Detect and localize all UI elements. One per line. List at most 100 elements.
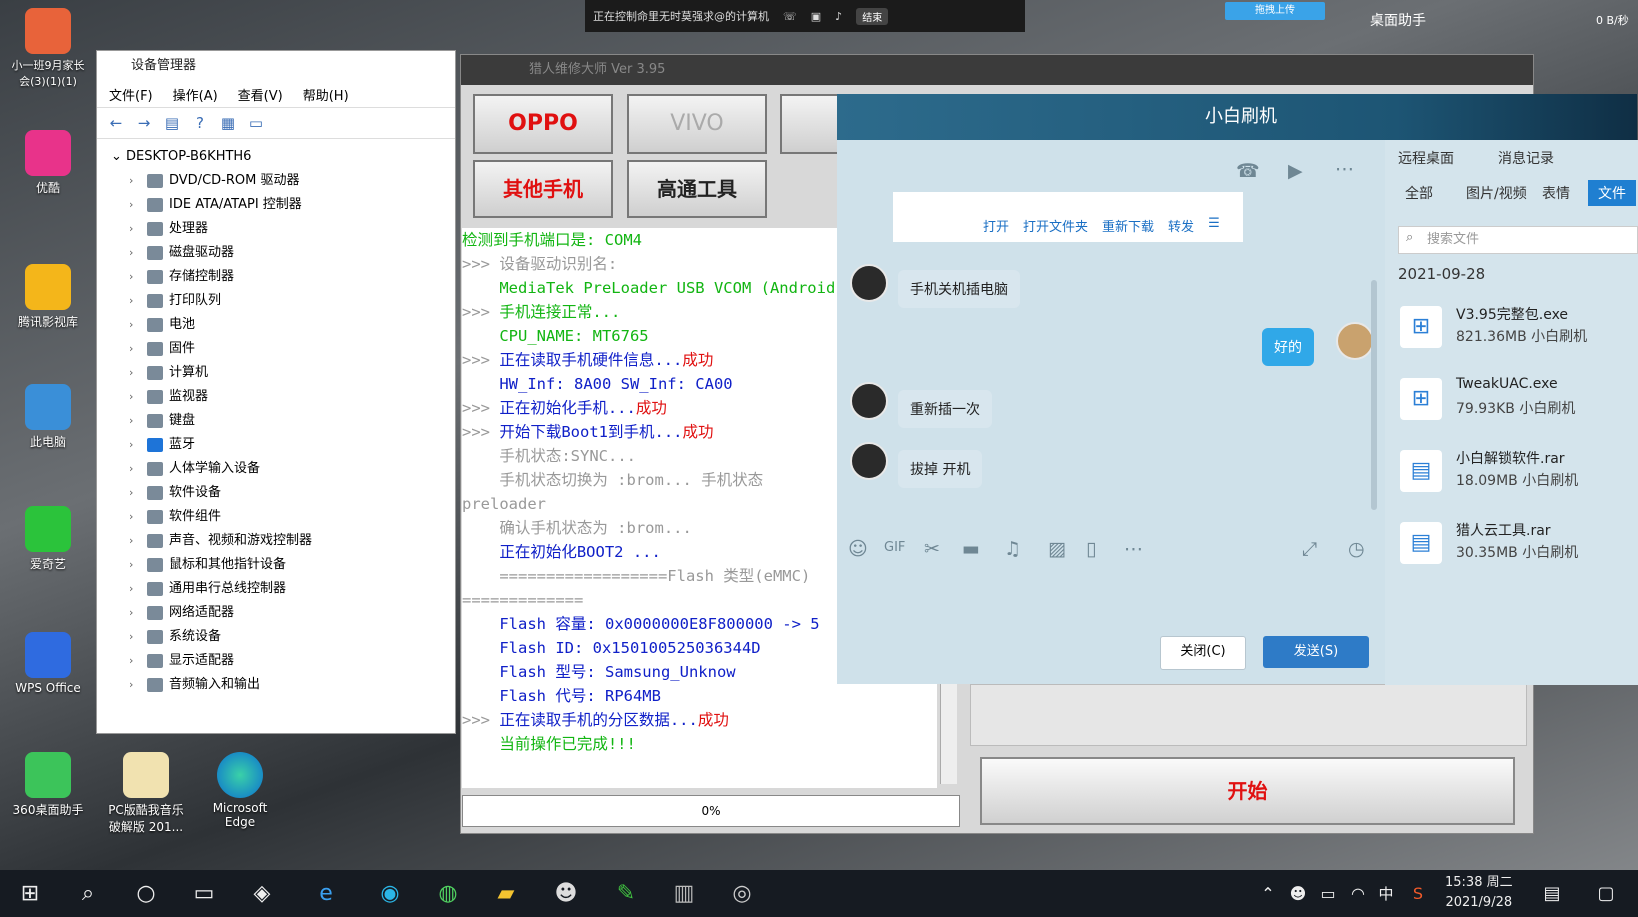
remote-app-icon[interactable]: ◎ — [728, 880, 756, 908]
chevron-right-icon[interactable]: › — [129, 265, 141, 289]
folder-icon[interactable]: ▬ — [962, 538, 980, 560]
avatar[interactable] — [1336, 322, 1374, 360]
qualcomm-tool-button[interactable]: 高通工具 — [627, 160, 767, 218]
screen-icon[interactable]: ▣ — [811, 10, 821, 23]
chevron-right-icon[interactable]: › — [129, 481, 141, 505]
chevron-up-icon[interactable]: ⌃ — [1254, 880, 1282, 908]
chevron-right-icon[interactable]: › — [129, 625, 141, 649]
tree-item[interactable]: › 键盘 — [97, 409, 455, 433]
properties-icon[interactable]: ▤ — [163, 114, 181, 132]
filter-stickers[interactable]: 表情 — [1542, 183, 1570, 203]
chevron-right-icon[interactable]: › — [129, 385, 141, 409]
browser-icon[interactable]: ◍ — [434, 880, 462, 908]
desktop-icon-iqiyi[interactable]: 爱奇艺 — [8, 506, 88, 572]
chevron-right-icon[interactable]: › — [129, 529, 141, 553]
desktop-icon-kuwo[interactable]: PC版酷我音乐破解版 201... — [104, 752, 188, 835]
windows-start-icon[interactable]: ⊞ — [16, 880, 44, 908]
tree-item[interactable]: › 鼠标和其他指针设备 — [97, 553, 455, 577]
tree-item[interactable]: › 监视器 — [97, 385, 455, 409]
tree-item[interactable]: › 蓝牙 — [97, 433, 455, 457]
log-scrollbar[interactable] — [940, 684, 957, 784]
tree-item[interactable]: › 处理器 — [97, 217, 455, 241]
ie-icon[interactable]: e — [312, 880, 340, 908]
emoji-icon[interactable]: ☺ — [848, 538, 868, 560]
chevron-right-icon[interactable]: › — [129, 673, 141, 697]
filter-media[interactable]: 图片/视频 — [1466, 183, 1527, 203]
file-item[interactable]: ⊞ TweakUAC.exe 79.93KB 小白刷机 — [1400, 372, 1638, 432]
clock[interactable]: 15:38 周二 2021/9/28 — [1445, 873, 1513, 913]
open-folder-link[interactable]: 打开文件夹 — [1023, 216, 1088, 235]
chevron-right-icon[interactable]: › — [129, 193, 141, 217]
shake-icon[interactable]: ▯ — [1086, 538, 1096, 560]
chevron-right-icon[interactable]: › — [129, 649, 141, 673]
tree-item[interactable]: › 系统设备 — [97, 625, 455, 649]
chevron-right-icon[interactable]: › — [129, 601, 141, 625]
close-button[interactable]: 关闭(C) — [1160, 636, 1246, 670]
tree-item[interactable]: › 声音、视频和游戏控制器 — [97, 529, 455, 553]
chevron-right-icon[interactable]: › — [129, 337, 141, 361]
music-icon[interactable]: ♫ — [1004, 538, 1021, 560]
filter-all[interactable]: 全部 — [1405, 183, 1433, 203]
filter-files[interactable]: 文件 — [1588, 180, 1636, 206]
chevron-right-icon[interactable]: › — [129, 169, 141, 193]
chevron-right-icon[interactable]: › — [129, 289, 141, 313]
battery-icon[interactable]: ▭ — [1314, 880, 1342, 908]
menu-file[interactable]: 文件(F) — [109, 85, 153, 104]
forward-arrow-icon[interactable]: → — [135, 114, 153, 132]
back-arrow-icon[interactable]: ← — [107, 114, 125, 132]
desktop-icon-edge[interactable]: Microsoft Edge — [200, 752, 280, 829]
app-icon[interactable]: ◈ — [248, 880, 276, 908]
tree-item[interactable]: › 软件设备 — [97, 481, 455, 505]
edge-icon[interactable]: ◉ — [376, 880, 404, 908]
other-phone-button[interactable]: 其他手机 — [473, 160, 613, 218]
vivo-button[interactable]: VIVO — [627, 94, 767, 154]
tab-message-history[interactable]: 消息记录 — [1498, 148, 1554, 168]
menu-help[interactable]: 帮助(H) — [303, 85, 349, 104]
menu-action[interactable]: 操作(A) — [173, 85, 218, 104]
details-icon[interactable]: ▦ — [219, 114, 237, 132]
desktop-icon-wps[interactable]: WPS Office — [8, 632, 88, 695]
expand-icon[interactable]: ⤢ — [1302, 538, 1317, 560]
avatar[interactable] — [850, 382, 888, 420]
chevron-right-icon[interactable]: › — [129, 409, 141, 433]
file-item[interactable]: ▤ 小白解锁软件.rar 18.09MB 小白刷机 — [1400, 444, 1638, 504]
chevron-right-icon[interactable]: › — [129, 553, 141, 577]
desktop-icon-this-pc[interactable]: 此电脑 — [8, 384, 88, 450]
flash-tool-icon[interactable]: ▥ — [670, 880, 698, 908]
file-item[interactable]: ▤ 猎人云工具.rar 30.35MB 小白刷机 — [1400, 516, 1638, 576]
tree-item[interactable]: › 音频输入和输出 — [97, 673, 455, 697]
file-item[interactable]: ⊞ V3.95完整包.exe 821.36MB 小白刷机 — [1400, 300, 1638, 360]
menu-icon[interactable]: ☰ — [1208, 216, 1220, 235]
file-explorer-icon[interactable]: ▰ — [492, 880, 520, 908]
qq-icon[interactable]: ☻ — [1284, 880, 1312, 908]
notification-icon[interactable]: ▢ — [1592, 880, 1620, 908]
chevron-right-icon[interactable]: › — [129, 313, 141, 337]
cortana-icon[interactable]: ○ — [132, 880, 160, 908]
tool-icon[interactable]: ✎ — [612, 880, 640, 908]
notes-icon[interactable]: ▤ — [1538, 880, 1566, 908]
chevron-right-icon[interactable]: › — [129, 433, 141, 457]
tree-item[interactable]: › 打印队列 — [97, 289, 455, 313]
volume-icon[interactable]: ♪ — [835, 10, 842, 23]
tree-item[interactable]: › 存储控制器 — [97, 265, 455, 289]
desktop-icon-360[interactable]: 360桌面助手 — [8, 752, 88, 818]
tree-item[interactable]: › 固件 — [97, 337, 455, 361]
send-button[interactable]: 发送(S) — [1263, 636, 1369, 668]
search-icon[interactable]: ⌕ — [74, 880, 102, 908]
end-button[interactable]: 结束 — [856, 7, 889, 25]
chevron-right-icon[interactable]: › — [129, 241, 141, 265]
image-icon[interactable]: ▨ — [1048, 538, 1066, 560]
chevron-right-icon[interactable]: › — [129, 505, 141, 529]
tree-item[interactable]: › 电池 — [97, 313, 455, 337]
gif-icon[interactable]: GIF — [884, 540, 905, 555]
menu-view[interactable]: 查看(V) — [238, 85, 283, 104]
chat-app-icon[interactable]: ☻ — [552, 880, 580, 908]
sogou-icon[interactable]: S — [1404, 880, 1432, 908]
chevron-right-icon[interactable]: › — [129, 217, 141, 241]
tree-item[interactable]: › 磁盘驱动器 — [97, 241, 455, 265]
open-link[interactable]: 打开 — [983, 216, 1009, 235]
tree-root[interactable]: ⌄ DESKTOP-B6KHTH6 — [97, 145, 455, 169]
tree-item[interactable]: › DVD/CD-ROM 驱动器 — [97, 169, 455, 193]
start-button[interactable]: 开始 — [980, 757, 1515, 825]
more-button[interactable] — [780, 94, 840, 154]
